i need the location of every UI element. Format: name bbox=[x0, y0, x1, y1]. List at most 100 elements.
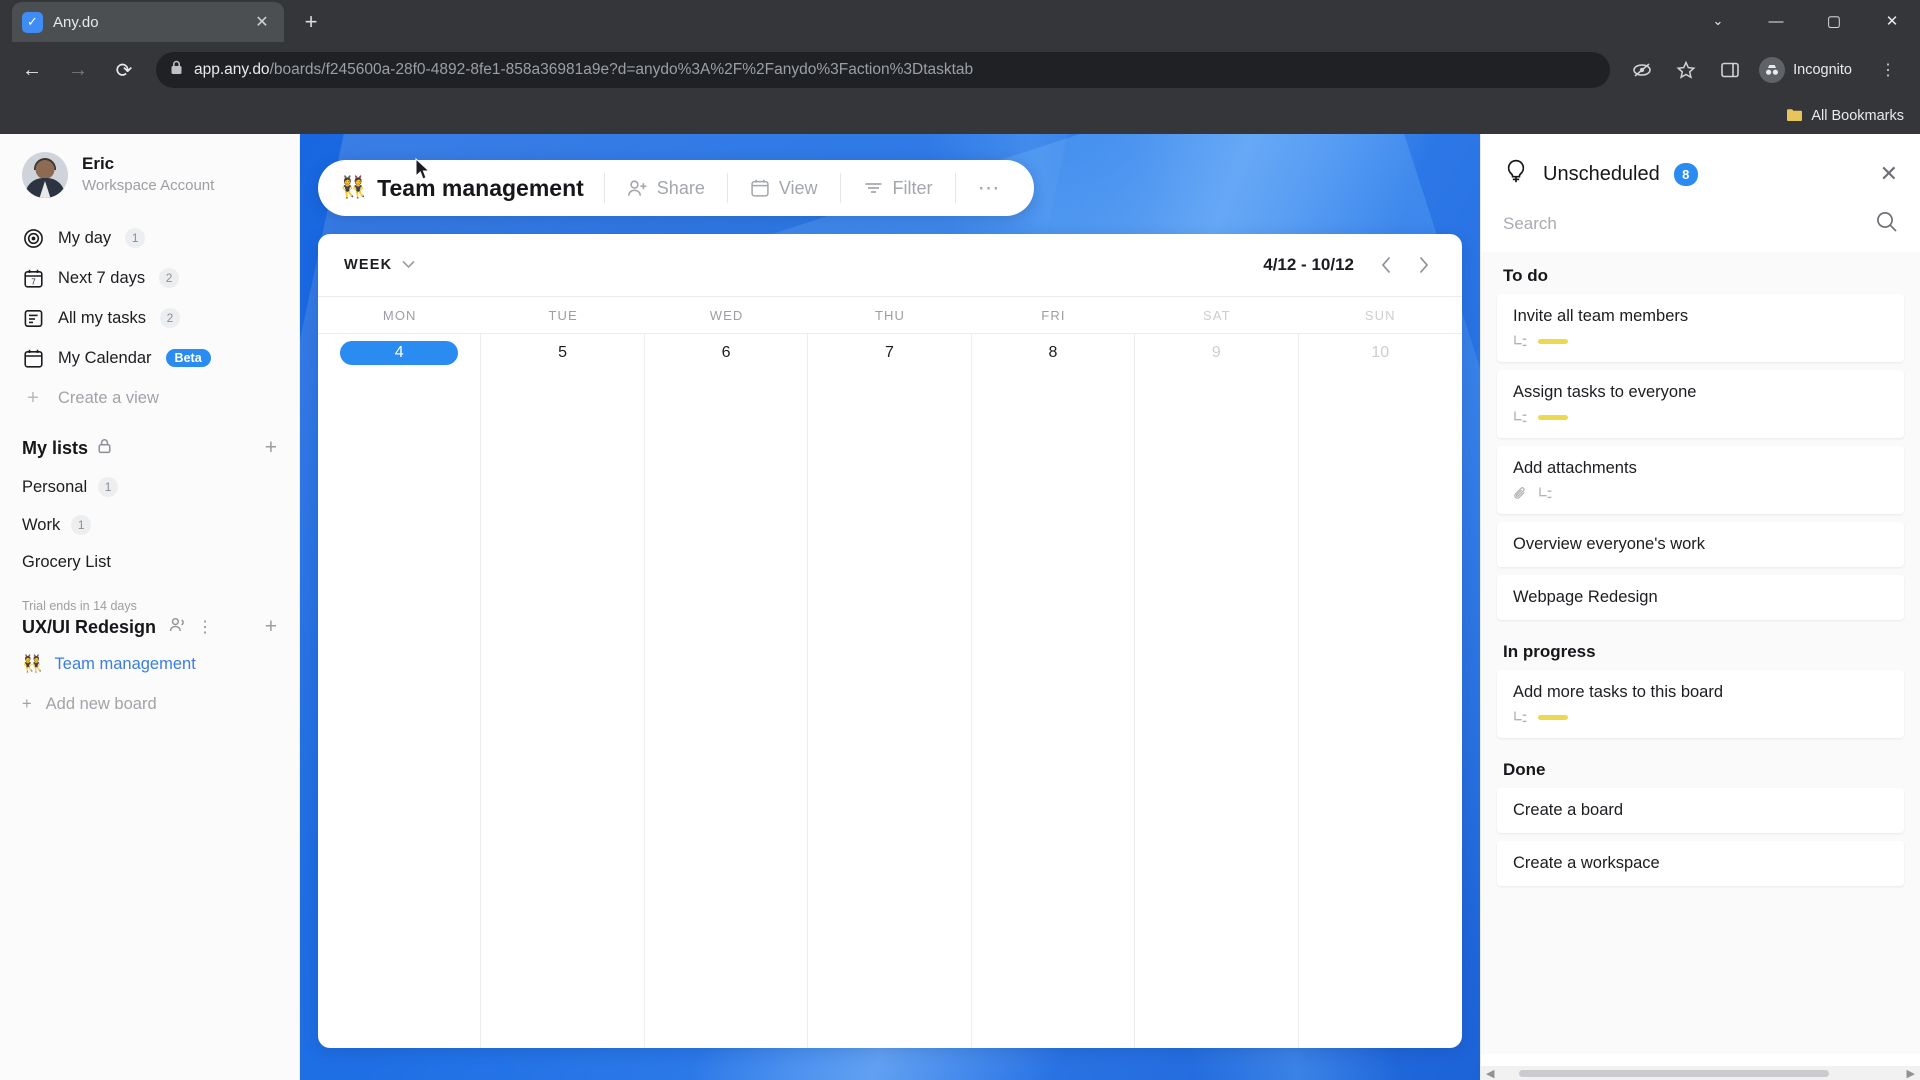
horizontal-scrollbar[interactable]: ◀ ▶ bbox=[1481, 1066, 1920, 1080]
day-header-tue: TUE bbox=[548, 308, 578, 323]
day-column-tue[interactable] bbox=[481, 369, 645, 1048]
reload-icon[interactable]: ⟳ bbox=[104, 50, 144, 90]
tracking-protection-icon[interactable] bbox=[1622, 50, 1662, 90]
window-controls: ⌄ — ▢ ✕ bbox=[1690, 0, 1920, 42]
view-button[interactable]: View bbox=[728, 178, 840, 199]
filter-button[interactable]: Filter bbox=[841, 178, 955, 199]
sidebar-item-label: All my tasks bbox=[58, 308, 147, 327]
sidebar: Eric Workspace Account My day 1 7 Next 7 bbox=[0, 134, 300, 1080]
search-icon[interactable] bbox=[1875, 210, 1898, 238]
all-bookmarks-label[interactable]: All Bookmarks bbox=[1811, 108, 1904, 124]
browser-tab[interactable]: ✓ Any.do ✕ bbox=[12, 2, 284, 42]
share-label: Share bbox=[656, 177, 705, 198]
omnibox-bar: ← → ⟳ app.any.do/boards/f245600a-28f0-48… bbox=[0, 42, 1920, 98]
side-panel-icon[interactable] bbox=[1710, 50, 1750, 90]
target-icon bbox=[22, 227, 44, 249]
task-card[interactable]: Add attachments bbox=[1497, 446, 1904, 514]
maximize-icon[interactable]: ▢ bbox=[1806, 0, 1862, 42]
day-column-sat[interactable] bbox=[1135, 369, 1299, 1048]
back-icon[interactable]: ← bbox=[12, 50, 52, 90]
sidebar-item-my-day[interactable]: My day 1 bbox=[0, 218, 299, 258]
kebab-menu-icon[interactable]: ⋮ bbox=[1868, 50, 1908, 90]
chevron-down-icon[interactable]: ⌄ bbox=[1690, 0, 1746, 42]
unscheduled-task-list[interactable]: To do Invite all team members Assign tas… bbox=[1481, 252, 1920, 1054]
day-column-fri[interactable] bbox=[972, 369, 1136, 1048]
date-cell-sun[interactable]: 10 bbox=[1299, 334, 1462, 374]
task-meta bbox=[1513, 334, 1888, 349]
kebab-icon[interactable]: ⋮ bbox=[197, 617, 213, 637]
close-icon[interactable]: ✕ bbox=[1880, 161, 1898, 187]
profile-section[interactable]: Eric Workspace Account bbox=[0, 134, 299, 212]
list-label: Personal bbox=[22, 477, 88, 496]
task-card[interactable]: Webpage Redesign bbox=[1497, 575, 1904, 620]
my-lists-title: My lists bbox=[22, 437, 89, 458]
date-number: 8 bbox=[1048, 344, 1058, 361]
bookmarks-bar: All Bookmarks bbox=[0, 98, 1920, 134]
address-bar[interactable]: app.any.do/boards/f245600a-28f0-4892-8fe… bbox=[156, 52, 1611, 88]
task-card[interactable]: Invite all team members bbox=[1497, 294, 1904, 362]
sidebar-item-all-my-tasks[interactable]: All my tasks 2 bbox=[0, 298, 299, 338]
plus-icon: + bbox=[27, 386, 39, 409]
date-cell-sat[interactable]: 9 bbox=[1135, 334, 1299, 374]
date-cell-fri[interactable]: 8 bbox=[972, 334, 1136, 374]
incognito-profile-button[interactable]: Incognito bbox=[1754, 54, 1864, 86]
next-week-button[interactable] bbox=[1410, 252, 1436, 278]
share-button[interactable]: Share bbox=[605, 178, 727, 199]
more-options-button[interactable]: ⋯ bbox=[956, 175, 1024, 201]
bookmark-star-icon[interactable] bbox=[1666, 50, 1706, 90]
forward-icon[interactable]: → bbox=[58, 50, 98, 90]
people-icon[interactable] bbox=[169, 617, 187, 638]
scroll-right-arrow-icon[interactable]: ▶ bbox=[1902, 1067, 1920, 1080]
day-column-thu[interactable] bbox=[808, 369, 972, 1048]
task-card[interactable]: Create a workspace bbox=[1497, 841, 1904, 886]
task-card[interactable]: Assign tasks to everyone bbox=[1497, 370, 1904, 438]
day-column-sun[interactable] bbox=[1299, 369, 1462, 1048]
subtask-icon bbox=[1538, 486, 1553, 501]
sidebar-item-my-calendar[interactable]: My Calendar Beta bbox=[0, 338, 299, 378]
add-new-board-button[interactable]: + Add new board bbox=[0, 684, 299, 725]
close-icon[interactable]: ✕ bbox=[250, 10, 274, 34]
task-title: Invite all team members bbox=[1513, 307, 1689, 325]
sidebar-item-label: My Calendar bbox=[58, 348, 152, 367]
sidebar-list-work[interactable]: Work 1 bbox=[0, 506, 299, 544]
prev-week-button[interactable] bbox=[1374, 252, 1400, 278]
add-list-button[interactable]: + bbox=[265, 436, 277, 460]
scroll-left-arrow-icon[interactable]: ◀ bbox=[1481, 1067, 1499, 1080]
task-card[interactable]: Overview everyone's work bbox=[1497, 522, 1904, 567]
badge-count: 2 bbox=[159, 268, 180, 288]
sidebar-list-grocery-list[interactable]: Grocery List bbox=[0, 544, 299, 581]
sidebar-item-next-7-days[interactable]: 7 Next 7 days 2 bbox=[0, 258, 299, 298]
sidebar-list-personal[interactable]: Personal 1 bbox=[0, 468, 299, 506]
date-row: 4 5 6 7 8 9 10 bbox=[318, 333, 1462, 374]
unscheduled-header: Unscheduled 8 ✕ bbox=[1481, 134, 1920, 206]
task-title: Assign tasks to everyone bbox=[1513, 383, 1697, 401]
tag-color-bar bbox=[1538, 715, 1568, 720]
date-cell-wed[interactable]: 6 bbox=[645, 334, 809, 374]
task-card[interactable]: Create a board bbox=[1497, 788, 1904, 833]
attachment-icon bbox=[1513, 486, 1528, 501]
window-close-icon[interactable]: ✕ bbox=[1864, 0, 1920, 42]
day-header-row: MON TUE WED THU FRI SAT SUN bbox=[318, 296, 1462, 333]
task-card[interactable]: Add more tasks to this board bbox=[1497, 670, 1904, 738]
search-input[interactable] bbox=[1503, 214, 1875, 234]
svg-text:7: 7 bbox=[31, 277, 36, 286]
tab-title: Any.do bbox=[53, 13, 99, 31]
add-workspace-item-button[interactable]: + bbox=[265, 615, 277, 639]
date-cell-mon[interactable]: 4 bbox=[318, 334, 482, 374]
day-column-wed[interactable] bbox=[645, 369, 809, 1048]
sidebar-board-team-management[interactable]: 👯 Team management bbox=[0, 645, 299, 684]
scrollbar-thumb[interactable] bbox=[1519, 1069, 1830, 1077]
checkbox-icon: ✓ bbox=[22, 11, 43, 33]
day-column-mon[interactable] bbox=[318, 369, 482, 1048]
date-cell-tue[interactable]: 5 bbox=[481, 334, 645, 374]
task-title: Create a board bbox=[1513, 801, 1624, 819]
create-view-button[interactable]: + Create a view bbox=[0, 378, 299, 418]
week-view-selector[interactable]: WEEK bbox=[344, 257, 415, 273]
board-label: Team management bbox=[54, 655, 196, 673]
new-tab-button[interactable]: + bbox=[294, 5, 328, 39]
date-cell-thu[interactable]: 7 bbox=[808, 334, 972, 374]
minimize-icon[interactable]: — bbox=[1748, 0, 1804, 42]
unscheduled-count-badge: 8 bbox=[1673, 162, 1698, 186]
profile-name: Eric bbox=[82, 154, 115, 174]
trial-status: Trial ends in 14 days bbox=[22, 599, 137, 613]
